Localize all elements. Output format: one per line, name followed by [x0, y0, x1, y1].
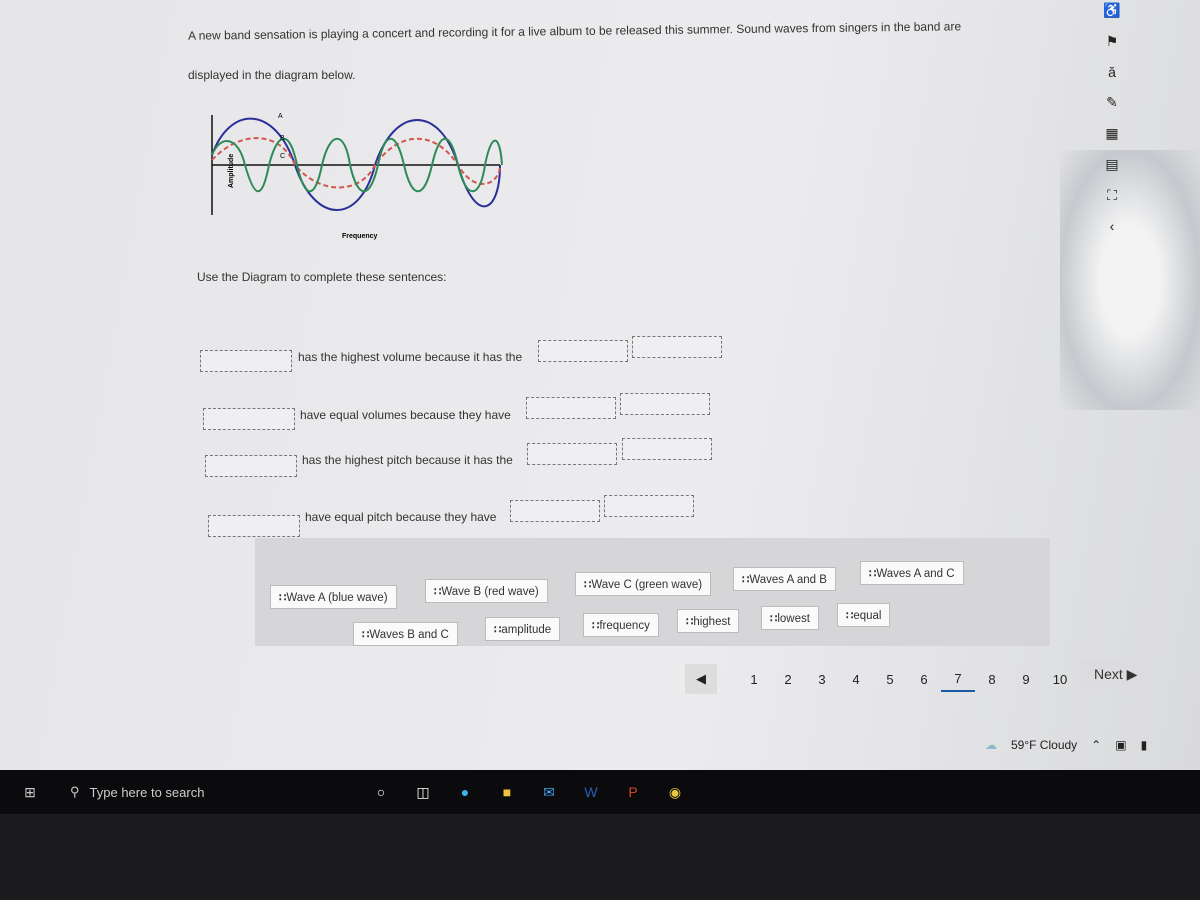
drop-zone-subject-4[interactable]: [208, 515, 300, 537]
chip-amplitude[interactable]: amplitude: [485, 617, 561, 641]
wave-diagram: A B C Frequency Amplitude: [211, 113, 503, 240]
chip-equal[interactable]: equal: [837, 603, 891, 627]
page-2[interactable]: 2: [771, 668, 805, 691]
cortana-icon[interactable]: ○: [364, 778, 398, 806]
drop-zone-2b[interactable]: [620, 393, 710, 415]
page-1[interactable]: 1: [737, 668, 771, 691]
search-icon: ⚲: [70, 784, 80, 799]
calculator-icon[interactable]: ▦: [1105, 125, 1118, 142]
page-4[interactable]: 4: [839, 668, 873, 691]
chip-waves-a-b[interactable]: Waves A and B: [733, 567, 836, 591]
chip-waves-b-c[interactable]: Waves B and C: [353, 622, 458, 646]
instruction: Use the Diagram to complete these senten…: [197, 270, 447, 284]
chevron-up-icon[interactable]: ⌃: [1091, 738, 1101, 752]
chip-wave-b[interactable]: Wave B (red wave): [425, 579, 548, 603]
highlighter-icon[interactable]: ✎: [1106, 94, 1118, 111]
x-axis-label: Frequency: [342, 233, 378, 240]
next-button[interactable]: Next ▶: [1080, 660, 1152, 689]
drop-zone-subject-3[interactable]: [205, 455, 297, 477]
weather-text[interactable]: 59°F Cloudy: [1011, 738, 1077, 752]
page-5[interactable]: 5: [873, 668, 907, 691]
task-view-icon[interactable]: ◫: [406, 778, 440, 806]
screen-glare: [1060, 150, 1200, 410]
collapse-icon[interactable]: ‹: [1110, 218, 1115, 234]
page-7[interactable]: 7: [941, 667, 975, 692]
search-placeholder: Type here to search: [89, 784, 205, 800]
drop-zone-1b[interactable]: [632, 336, 722, 358]
taskbar-search[interactable]: ⚲ Type here to search: [60, 784, 360, 800]
drop-zone-subject-1[interactable]: [200, 350, 292, 372]
question-pager: ◀ 1 2 3 4 5 6 7 8 9 10: [685, 664, 1077, 694]
meet-icon[interactable]: ▣: [1115, 738, 1126, 752]
powerpoint-icon[interactable]: P: [616, 778, 650, 806]
battery-icon[interactable]: ▮: [1141, 738, 1148, 752]
chip-waves-a-c[interactable]: Waves A and C: [860, 561, 964, 585]
chrome-icon[interactable]: ◉: [658, 778, 692, 806]
page-8[interactable]: 8: [975, 668, 1009, 691]
sentence-2: have equal volumes because they have: [300, 408, 511, 422]
chip-highest[interactable]: highest: [677, 609, 740, 633]
windows-start-icon[interactable]: ⊞: [0, 784, 60, 801]
expand-icon[interactable]: ⛶: [1107, 187, 1117, 204]
drop-zone-subject-2[interactable]: [203, 408, 295, 430]
y-axis-label: Amplitude: [228, 154, 235, 188]
drop-zone-4b[interactable]: [604, 495, 694, 517]
cloud-icon: ☁: [985, 738, 997, 752]
word-icon[interactable]: W: [574, 778, 608, 806]
sentence-3: has the highest pitch because it has the: [302, 453, 513, 467]
mail-icon[interactable]: ✉: [532, 778, 566, 806]
wave-label-c: C: [280, 153, 285, 160]
question-intro: A new band sensation is playing a concer…: [187, 19, 962, 43]
sentence-4: have equal pitch because they have: [305, 510, 497, 524]
quiz-screen: A new band sensation is playing a concer…: [0, 0, 1200, 770]
previous-button[interactable]: ◀: [685, 664, 717, 694]
system-tray: ☁ 59°F Cloudy ⌃ ▣ ▮: [985, 738, 1147, 752]
question-intro-2: displayed in the diagram below.: [188, 68, 356, 82]
chip-frequency[interactable]: frequency: [583, 613, 659, 637]
file-explorer-icon[interactable]: ■: [490, 778, 524, 806]
page-6[interactable]: 6: [907, 668, 941, 691]
page-10[interactable]: 10: [1043, 668, 1077, 691]
drop-zone-1a[interactable]: [538, 340, 628, 362]
drop-zone-2a[interactable]: [526, 397, 616, 419]
flag-icon[interactable]: ⚑: [1106, 33, 1119, 50]
translate-icon[interactable]: ă: [1108, 64, 1116, 80]
drop-zone-4a[interactable]: [510, 500, 600, 522]
page-9[interactable]: 9: [1009, 668, 1043, 691]
notes-icon[interactable]: ▤: [1105, 156, 1118, 173]
chip-wave-a[interactable]: Wave A (blue wave): [270, 585, 397, 609]
wave-label-a: A: [278, 113, 283, 120]
wave-label-b: B: [280, 135, 285, 142]
drop-zone-3b[interactable]: [622, 438, 712, 460]
chip-wave-c[interactable]: Wave C (green wave): [575, 572, 712, 596]
page-3[interactable]: 3: [805, 668, 839, 691]
edge-icon[interactable]: ●: [448, 778, 482, 806]
chip-lowest[interactable]: lowest: [761, 606, 819, 630]
sentence-1: has the highest volume because it has th…: [298, 350, 523, 364]
drop-zone-3a[interactable]: [527, 443, 617, 465]
taskbar: ⊞ ⚲ Type here to search ○ ◫ ● ■ ✉ W P ◉: [0, 770, 1200, 814]
accessibility-icon[interactable]: ♿: [1103, 2, 1120, 19]
answer-bank: Wave A (blue wave) Wave B (red wave) Wav…: [255, 538, 1050, 646]
side-toolbar: ♿ ⚑ ă ✎ ▦ ▤ ⛶ ‹: [1100, 0, 1124, 234]
